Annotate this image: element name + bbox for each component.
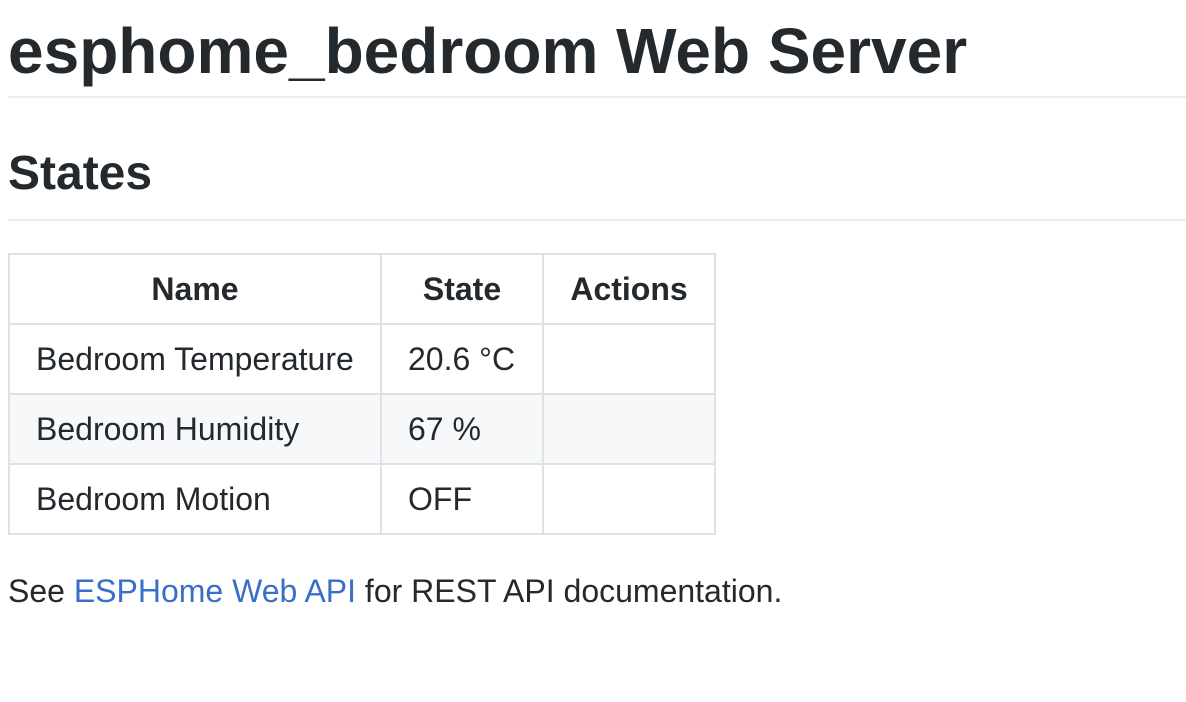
footer-suffix: for REST API documentation. — [356, 573, 783, 609]
row-state: 67 % — [380, 393, 544, 465]
table-row: Bedroom Humidity 67 % — [8, 393, 716, 465]
column-header-state: State — [380, 253, 544, 325]
row-state: OFF — [380, 463, 544, 535]
row-state: 20.6 °C — [380, 323, 544, 395]
footer-text: See ESPHome Web API for REST API documen… — [8, 571, 1186, 611]
row-name: Bedroom Humidity — [8, 393, 382, 465]
page-container: esphome_bedroom Web Server States Name S… — [0, 0, 1186, 611]
table-row: Bedroom Temperature 20.6 °C — [8, 323, 716, 395]
states-heading: States — [8, 146, 1186, 221]
row-actions — [542, 463, 716, 535]
esphome-web-api-link[interactable]: ESPHome Web API — [74, 573, 356, 609]
row-name: Bedroom Temperature — [8, 323, 382, 395]
page-title: esphome_bedroom Web Server — [8, 0, 1186, 98]
table-row: Bedroom Motion OFF — [8, 463, 716, 535]
row-name: Bedroom Motion — [8, 463, 382, 535]
column-header-actions: Actions — [542, 253, 716, 325]
footer-prefix: See — [8, 573, 74, 609]
table-header-row: Name State Actions — [8, 253, 716, 325]
row-actions — [542, 323, 716, 395]
column-header-name: Name — [8, 253, 382, 325]
row-actions — [542, 393, 716, 465]
states-table: Name State Actions Bedroom Temperature 2… — [8, 253, 716, 535]
